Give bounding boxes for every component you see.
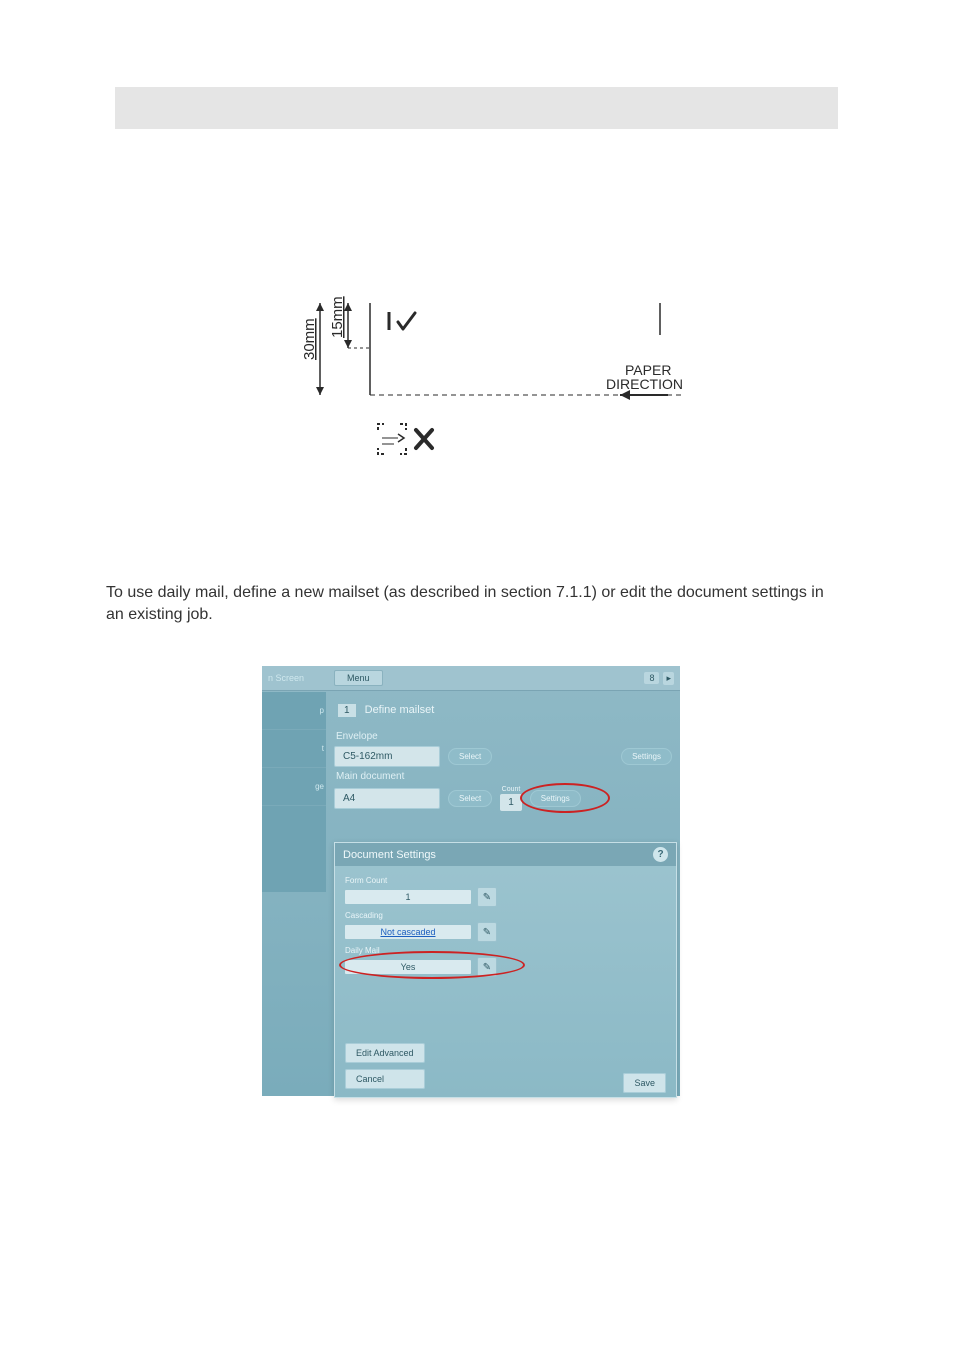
left-tab-2[interactable]: t (262, 730, 326, 768)
cancel-button[interactable]: Cancel (345, 1069, 425, 1089)
left-tab-1[interactable]: p (262, 692, 326, 730)
envelope-select-button[interactable]: Select (448, 748, 492, 765)
ss-left-tabs: p t ge (262, 692, 326, 892)
left-tab-3[interactable]: ge (262, 768, 326, 806)
save-button[interactable]: Save (623, 1073, 666, 1093)
cascading-label: Cascading (345, 911, 666, 920)
job-counter: 8 (644, 672, 659, 684)
page-header-bar (115, 87, 838, 129)
envelope-value: C5-162mm (334, 746, 440, 767)
maindoc-settings-button[interactable]: Settings (530, 790, 581, 807)
daily-mail-instruction: To use daily mail, define a new mailset … (106, 582, 834, 625)
dim-15mm: 15mm (329, 296, 346, 338)
device-screenshot: n Screen Menu 8 ▸ p t ge 1 Define mailse… (262, 666, 680, 1096)
wizard-step-title: 1 Define mailset (334, 698, 672, 727)
count-label: Count (502, 786, 521, 793)
envelope-settings-button[interactable]: Settings (621, 748, 672, 765)
count-value: 1 (500, 794, 522, 811)
menu-button[interactable]: Menu (334, 670, 383, 686)
cascading-edit-icon[interactable]: ✎ (477, 922, 497, 942)
help-icon[interactable]: ? (653, 847, 668, 862)
daily-mail-edit-icon[interactable]: ✎ (477, 957, 497, 977)
maindoc-value: A4 (334, 788, 440, 809)
daily-mail-label: Daily Mail (345, 946, 666, 955)
ss-main-panel: 1 Define mailset Envelope C5-162mm Selec… (326, 692, 680, 821)
daily-mail-value: Yes (345, 960, 471, 974)
maindoc-section-label: Main document (336, 771, 672, 782)
ss-nscreen-label: n Screen (268, 673, 318, 683)
dropdown-icon[interactable]: ▸ (663, 672, 674, 685)
step-number: 1 (338, 704, 356, 717)
document-settings-dialog: Document Settings ? Form Count 1 ✎ Casca… (334, 842, 677, 1098)
svg-text:DIRECTION: DIRECTION (606, 376, 683, 392)
dim-30mm: 30mm (301, 318, 318, 360)
step-label: Define mailset (365, 704, 435, 716)
dialog-title: Document Settings (343, 849, 436, 861)
maindoc-select-button[interactable]: Select (448, 790, 492, 807)
accumulator-spacing-diagram: 30mm 15mm PAPER DIRECTION (290, 290, 700, 500)
cascading-value[interactable]: Not cascaded (345, 925, 471, 939)
form-count-label: Form Count (345, 876, 666, 885)
ss-topbar: n Screen Menu 8 ▸ (262, 666, 680, 691)
form-count-edit-icon[interactable]: ✎ (477, 887, 497, 907)
edit-advanced-btn[interactable]: Edit Advanced (345, 1043, 425, 1063)
envelope-section-label: Envelope (336, 731, 672, 742)
form-count-value: 1 (345, 890, 471, 904)
